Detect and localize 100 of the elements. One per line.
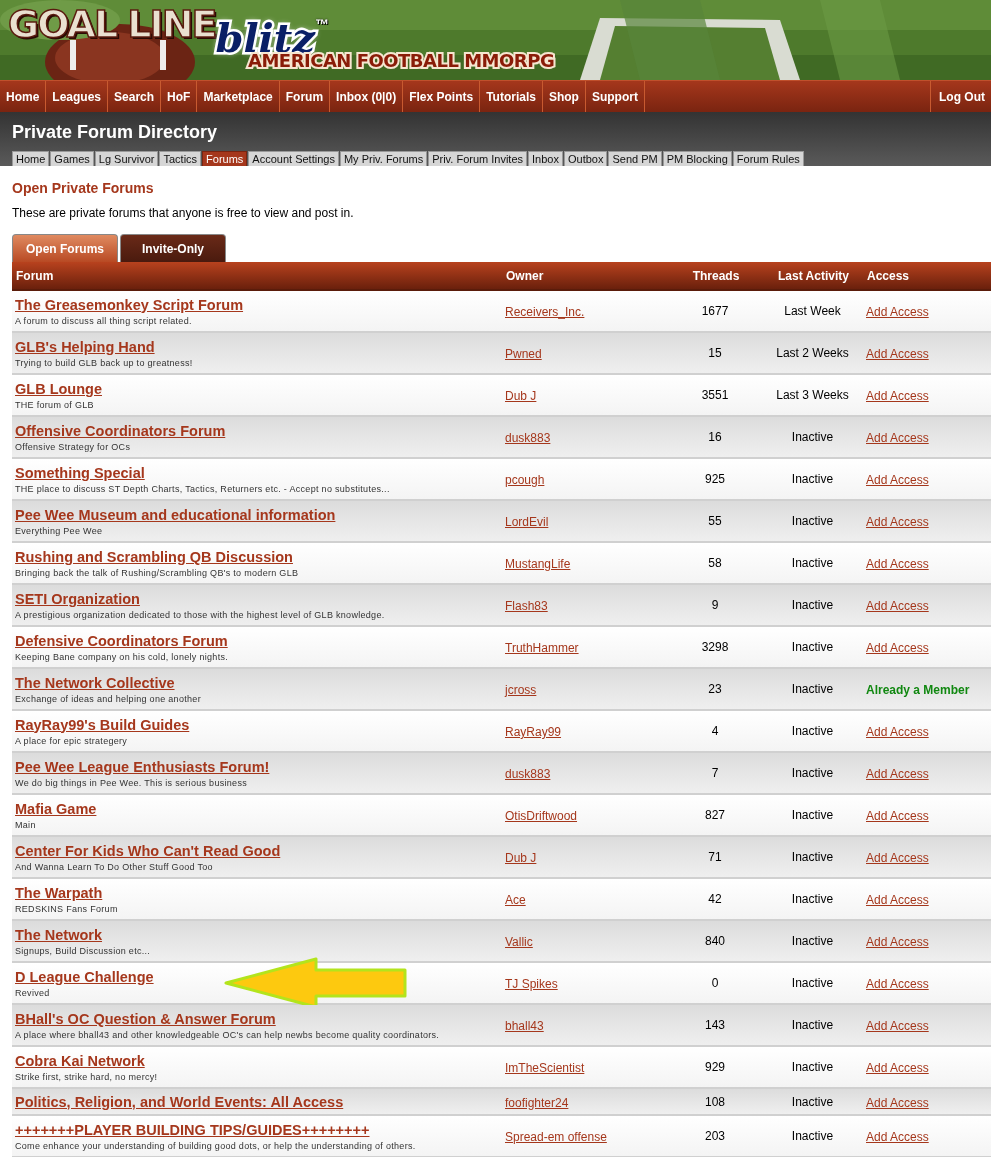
forum-title-link[interactable]: The Greasemonkey Script Forum bbox=[15, 296, 244, 313]
owner-link[interactable]: TJ Spikes bbox=[505, 977, 558, 991]
forum-description: THE place to discuss ST Depth Charts, Tactics, Returners etc. - Accept no substitutes... bbox=[15, 483, 390, 494]
forum-title-link[interactable]: Cobra Kai Network bbox=[15, 1052, 145, 1069]
subnav-tab[interactable]: Games bbox=[50, 151, 94, 166]
thread-count: 925 bbox=[705, 472, 725, 486]
owner-link[interactable]: ImTheScientist bbox=[505, 1061, 585, 1075]
forum-title-link[interactable]: BHall's OC Question & Answer Forum bbox=[15, 1010, 276, 1027]
forum-title-link[interactable]: D League Challenge bbox=[15, 968, 154, 985]
add-access-link[interactable]: Add Access bbox=[866, 557, 929, 571]
add-access-link[interactable]: Add Access bbox=[866, 389, 929, 403]
forum-title-link[interactable]: The Warpath bbox=[15, 884, 103, 901]
forum-description: Everything Pee Wee bbox=[15, 525, 103, 536]
subnav-tab[interactable]: Send PM bbox=[608, 151, 662, 166]
forum-title-link[interactable]: The Network Collective bbox=[15, 674, 175, 691]
last-activity: Inactive bbox=[791, 556, 834, 570]
forum-description: We do big things in Pee Wee. This is serious business bbox=[15, 777, 247, 788]
forum-title-link[interactable]: Rushing and Scrambling QB Discussion bbox=[15, 548, 293, 565]
add-access-link[interactable]: Add Access bbox=[866, 977, 929, 991]
last-activity: Inactive bbox=[791, 766, 834, 780]
add-access-link[interactable]: Add Access bbox=[866, 893, 929, 907]
add-access-link[interactable]: Add Access bbox=[866, 515, 929, 529]
forum-title-link[interactable]: SETI Organization bbox=[15, 590, 140, 607]
add-access-link[interactable]: Add Access bbox=[866, 809, 929, 823]
owner-link[interactable]: LordEvil bbox=[505, 515, 549, 529]
forum-title-link[interactable]: Something Special bbox=[15, 464, 145, 481]
forum-description: A forum to discuss all thing script related. bbox=[15, 315, 192, 326]
owner-link[interactable]: pcough bbox=[505, 473, 545, 487]
column-header: Owner bbox=[506, 268, 545, 283]
add-access-link[interactable]: Add Access bbox=[866, 851, 929, 865]
forum-tab[interactable]: Invite-Only bbox=[120, 234, 226, 262]
owner-link[interactable]: Dub J bbox=[505, 389, 537, 403]
thread-count: 1677 bbox=[701, 304, 729, 318]
thread-count: 0 bbox=[711, 976, 719, 990]
add-access-link[interactable]: Add Access bbox=[866, 347, 929, 361]
add-access-link[interactable]: Add Access bbox=[866, 1061, 929, 1075]
owner-link[interactable]: Ace bbox=[505, 893, 526, 907]
add-access-link[interactable]: Add Access bbox=[866, 305, 929, 319]
forum-title-link[interactable]: GLB Lounge bbox=[15, 380, 102, 397]
owner-link[interactable]: jcross bbox=[505, 683, 537, 697]
owner-link[interactable]: Flash83 bbox=[505, 599, 548, 613]
last-activity: Inactive bbox=[791, 1094, 834, 1109]
last-activity: Inactive bbox=[791, 598, 834, 612]
last-activity: Inactive bbox=[791, 892, 834, 906]
add-access-link[interactable]: Add Access bbox=[866, 935, 929, 949]
owner-link[interactable]: Receivers_Inc. bbox=[505, 305, 585, 319]
owner-link[interactable]: OtisDriftwood bbox=[505, 809, 578, 823]
thread-count: 840 bbox=[705, 934, 725, 948]
forum-title-link[interactable]: The Network bbox=[15, 926, 102, 943]
subnav-tab[interactable]: Forums bbox=[202, 151, 248, 166]
trademark-sign: ™ bbox=[315, 16, 329, 32]
owner-link[interactable]: TruthHammer bbox=[505, 641, 579, 655]
subnav-tab[interactable]: Account Settings bbox=[248, 151, 339, 166]
last-activity: Inactive bbox=[791, 724, 834, 738]
add-access-link[interactable]: Add Access bbox=[866, 473, 929, 487]
thread-count: 108 bbox=[705, 1094, 725, 1109]
owner-link[interactable]: Vallic bbox=[505, 935, 533, 949]
forum-title-link[interactable]: RayRay99's Build Guides bbox=[15, 716, 190, 733]
owner-link[interactable]: MustangLife bbox=[505, 557, 571, 571]
forum-title-link[interactable]: +++++++PLAYER BUILDING TIPS/GUIDES++++++++ bbox=[15, 1121, 370, 1138]
forum-title-link[interactable]: Defensive Coordinators Forum bbox=[15, 632, 228, 649]
owner-link[interactable]: Spread-em offense bbox=[505, 1130, 607, 1144]
column-header: Access bbox=[866, 268, 911, 283]
thread-count: 4 bbox=[711, 724, 719, 738]
subnav-tab[interactable]: Inbox bbox=[528, 151, 563, 166]
add-access-link[interactable]: Add Access bbox=[866, 641, 929, 655]
subnav-tab[interactable]: Outbox bbox=[563, 151, 608, 166]
forum-title-link[interactable]: Offensive Coordinators Forum bbox=[15, 422, 226, 439]
subnav-tab[interactable]: Tactics bbox=[159, 151, 202, 166]
owner-link[interactable]: Dub J bbox=[505, 851, 537, 865]
owner-link[interactable]: bhall43 bbox=[505, 1019, 544, 1033]
owner-link[interactable]: foofighter24 bbox=[505, 1095, 569, 1110]
subnav-tab[interactable]: Home bbox=[12, 151, 50, 166]
add-access-link[interactable]: Add Access bbox=[866, 767, 929, 781]
forum-title-link[interactable]: Pee Wee League Enthusiasts Forum! bbox=[15, 758, 270, 775]
subnav-tab[interactable]: Lg Survivor bbox=[94, 151, 159, 166]
add-access-link[interactable]: Add Access bbox=[866, 1019, 929, 1033]
subnav-tab[interactable]: PM Blocking bbox=[662, 151, 732, 166]
forum-tab[interactable]: Open Forums bbox=[12, 234, 118, 262]
add-access-link[interactable]: Add Access bbox=[866, 725, 929, 739]
owner-link[interactable]: dusk883 bbox=[505, 431, 551, 445]
subnav-tab[interactable]: Priv. Forum Invites bbox=[428, 151, 528, 166]
forum-title-link[interactable]: Pee Wee Museum and educational information bbox=[15, 506, 336, 523]
owner-link[interactable]: dusk883 bbox=[505, 767, 551, 781]
forum-description: And Wanna Learn To Do Other Stuff Good Too bbox=[15, 861, 213, 872]
add-access-link[interactable]: Add Access bbox=[866, 599, 929, 613]
forum-title-link[interactable]: Center For Kids Who Can't Read Good bbox=[15, 842, 281, 859]
owner-link[interactable]: Pwned bbox=[505, 347, 542, 361]
forum-description: Revived bbox=[15, 987, 50, 998]
add-access-link[interactable]: Add Access bbox=[866, 431, 929, 445]
forum-title-link[interactable]: Mafia Game bbox=[15, 800, 97, 817]
forum-description: Trying to build GLB back up to greatness! bbox=[15, 357, 193, 368]
add-access-link[interactable]: Add Access bbox=[866, 1095, 929, 1110]
thread-count: 203 bbox=[705, 1129, 725, 1143]
subnav-tab[interactable]: Forum Rules bbox=[732, 151, 804, 166]
owner-link[interactable]: RayRay99 bbox=[505, 725, 562, 739]
subnav-tab[interactable]: My Priv. Forums bbox=[339, 151, 428, 166]
add-access-link[interactable]: Add Access bbox=[866, 1130, 929, 1144]
forum-title-link[interactable]: GLB's Helping Hand bbox=[15, 338, 155, 355]
forum-title-link[interactable]: Politics, Religion, and World Events: All Access bbox=[15, 1093, 344, 1110]
